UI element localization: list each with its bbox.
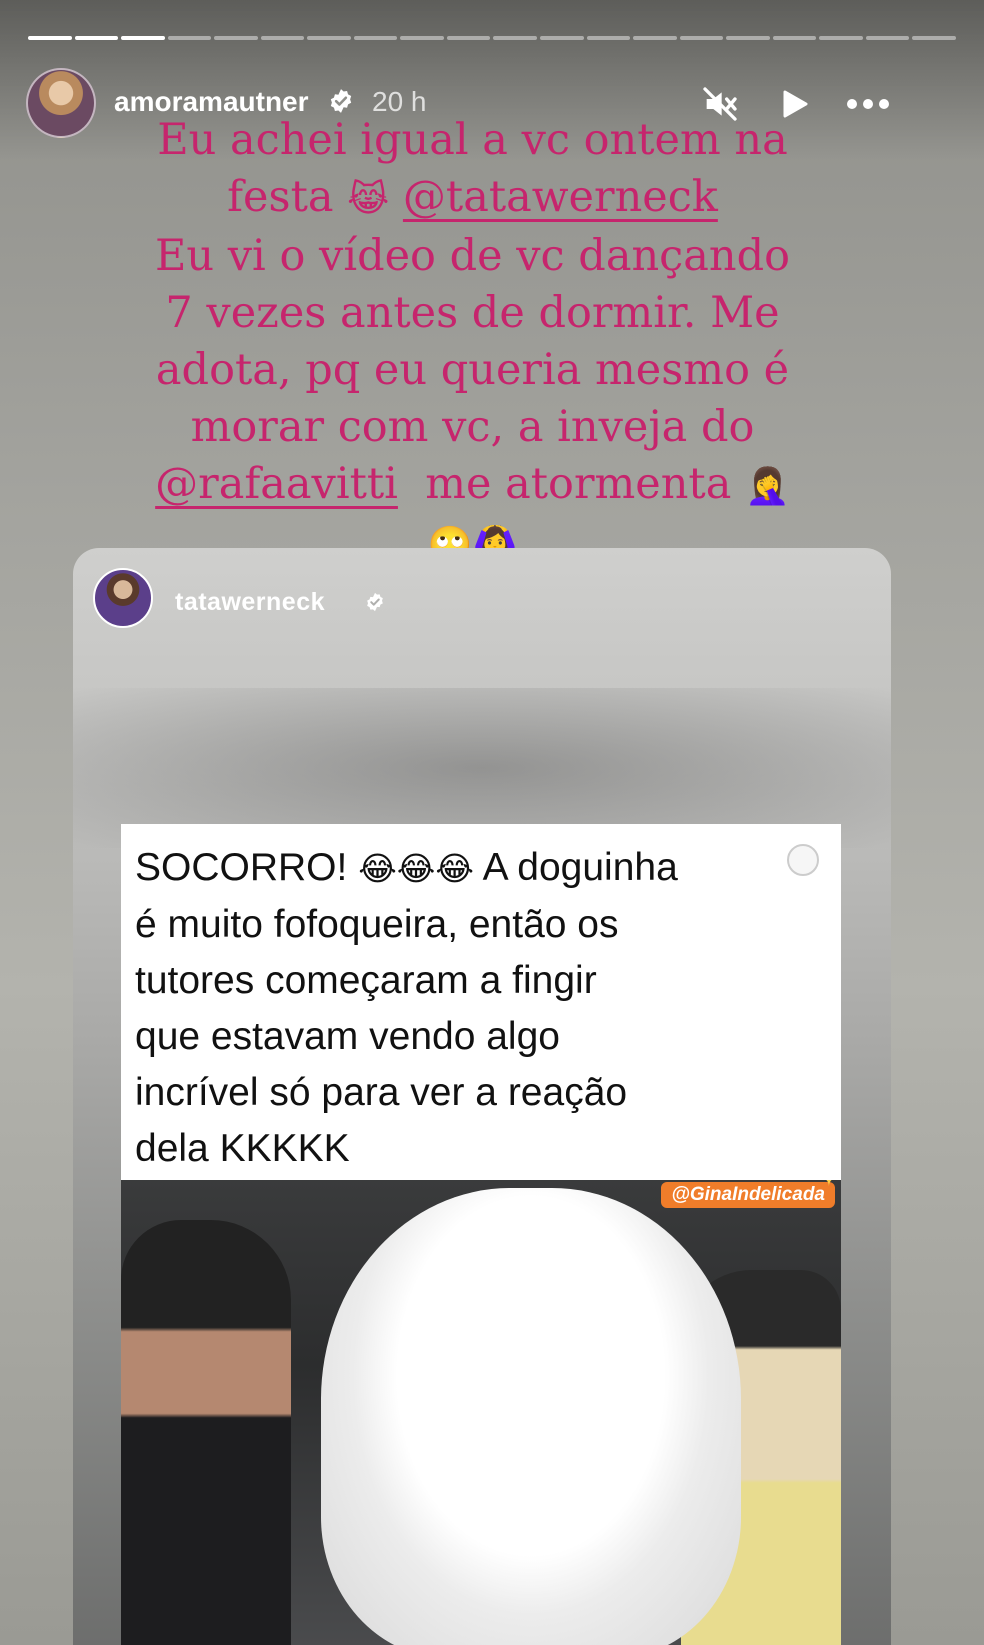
caption-line-6: morar com vc, a inveja do [190,402,755,452]
post-text-line: SOCORRO! [135,846,348,889]
progress-segment [540,36,584,40]
progress-segment [865,36,910,40]
progress-segment [353,36,398,40]
progress-segment [28,36,72,40]
avatar[interactable] [26,68,96,138]
progress-segment [679,36,724,40]
caption-line-5: adota, pq eu queria mesmo é [155,345,790,395]
progress-segment [493,36,538,40]
mention-tatawerneck-link[interactable]: @tatawerneck [403,172,718,222]
laughing-cat-emoji-icon: 😹 [347,179,390,220]
progress-segment [446,36,491,40]
post-username[interactable]: tatawerneck [175,588,325,617]
progress-segment [214,36,258,40]
post-text-line: incrível só para ver a reação [135,1071,628,1114]
caption-line-7: @rafaavitti me atormenta 🤦‍♀️ [120,456,825,515]
progress-segment [121,36,165,40]
post-text-box: SOCORRO! 😂😂😂 A doguinha é muito fofoquei… [121,824,841,1180]
progress-segment [819,36,863,40]
laughing-emoji-icon: 😂😂😂 [358,849,474,888]
caption-line-3: Eu vi o vídeo de vc dançando [155,231,790,281]
caption-line-1: Eu achei igual a vc ontem na [157,115,788,165]
post-text: SOCORRO! 😂😂😂 A doguinha é muito fofoquei… [135,840,825,1177]
sparkle-icon: ✦ [819,1180,839,1193]
man-figure [121,1220,291,1645]
caption-text: me atormenta [425,459,732,509]
mention-rafaavitti-link[interactable]: @rafaavitti [155,459,398,509]
post-text-line: é muito fofoqueira, então os [135,903,619,946]
progress-segment [260,36,305,40]
progress-segment [633,36,677,40]
post-text-line: tutores começaram a fingir [135,959,597,1002]
progress-segment [307,36,351,40]
story-caption: Eu achei igual a vc ontem na festa 😹 @ta… [120,112,825,574]
post-text-line: A doguinha [482,846,678,889]
progress-segment [586,36,631,40]
caption-text: festa [227,172,334,222]
post-video-frame[interactable]: @GinaIndelicada ✦ [121,1180,841,1645]
progress-segment [726,36,770,40]
caption-line-2: festa 😹 @tatawerneck [120,169,825,228]
watermark-label: @GinaIndelicada [661,1182,835,1208]
post-avatar[interactable] [93,568,153,628]
facepalm-emoji-icon: 🤦‍♀️ [745,466,790,507]
verified-badge-icon [367,592,383,612]
progress-segment [912,36,956,40]
progress-segment [167,36,212,40]
post-text-line: dela KKKKK [135,1127,350,1170]
progress-segment [772,36,817,40]
caption-line-4: 7 vezes antes de dormir. Me [165,288,780,338]
more-options-icon[interactable] [846,82,890,126]
reshared-post[interactable]: tatawerneck SOCORRO! 😂😂😂 A doguinha é mu… [73,548,891,1645]
progress-segment [400,36,444,40]
story-progress-bar [28,36,956,40]
verified-badge-icon [330,89,352,113]
progress-segment [74,36,119,40]
post-text-line: que estavam vendo algo [135,1015,560,1058]
white-dog-figure [321,1188,741,1645]
